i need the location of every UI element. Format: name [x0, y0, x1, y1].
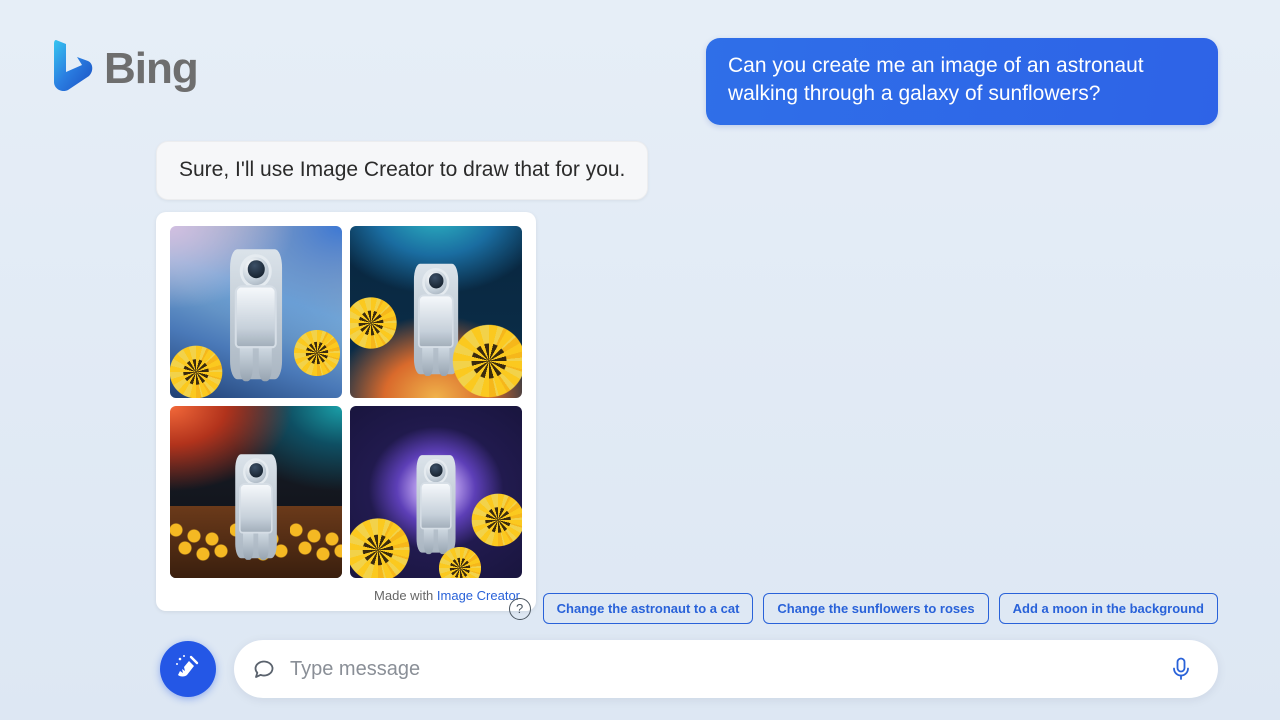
generated-image-tile[interactable]	[350, 406, 522, 578]
suggestion-chip[interactable]: Add a moon in the background	[999, 593, 1218, 624]
microphone-button[interactable]	[1164, 651, 1198, 687]
composer	[160, 640, 1218, 698]
assistant-message-text: Sure, I'll use Image Creator to draw tha…	[179, 158, 625, 181]
suggestion-chip[interactable]: Change the sunflowers to roses	[763, 593, 988, 624]
suggestion-chip[interactable]: Change the astronaut to a cat	[543, 593, 754, 624]
help-icon[interactable]: ?	[509, 598, 531, 620]
user-message-text: Can you create me an image of an astrona…	[728, 54, 1144, 105]
chat-icon	[252, 657, 276, 681]
image-creator-link[interactable]: Image Creator	[437, 588, 520, 603]
bing-logo-text: Bing	[104, 44, 198, 94]
image-result-card: Made with Image Creator	[156, 212, 536, 611]
generated-image-tile[interactable]	[350, 226, 522, 398]
bing-logo-icon	[48, 38, 94, 99]
generated-image-tile[interactable]	[170, 226, 342, 398]
image-grid	[170, 226, 522, 578]
suggestion-row: ? Change the astronaut to a cat Change t…	[509, 593, 1218, 624]
broom-icon	[174, 653, 202, 686]
message-input-container[interactable]	[234, 640, 1218, 698]
assistant-message-bubble: Sure, I'll use Image Creator to draw tha…	[156, 141, 648, 200]
message-input[interactable]	[290, 658, 1164, 681]
image-credit-prefix: Made with	[374, 588, 437, 603]
bing-logo: Bing	[48, 38, 198, 99]
generated-image-tile[interactable]	[170, 406, 342, 578]
new-topic-button[interactable]	[160, 641, 216, 697]
image-credit: Made with Image Creator	[170, 588, 522, 603]
user-message-bubble: Can you create me an image of an astrona…	[706, 38, 1218, 125]
